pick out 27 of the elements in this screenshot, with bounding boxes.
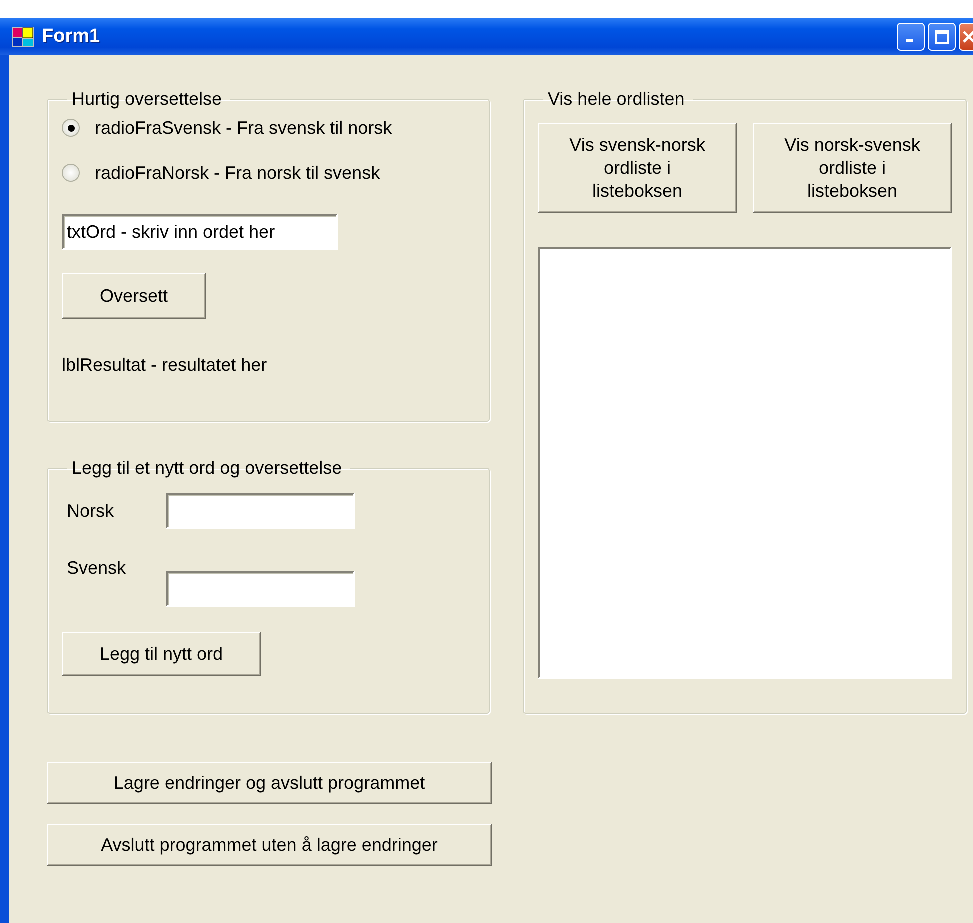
field-label: Norsk [66, 500, 116, 522]
minimize-button[interactable] [897, 22, 925, 50]
action-button[interactable]: Lagre endringer og avslutt programmet [47, 762, 492, 804]
group-title: Hurtig oversettelse [71, 88, 224, 110]
translate-button[interactable]: Oversett [62, 273, 206, 319]
result-label: lblResultat - resultatet her [62, 354, 268, 376]
list-button[interactable]: Vis svensk-norsk ordliste i listeboksen [538, 123, 737, 213]
radio-label[interactable]: radioFraSvensk - Fra svensk til norsk [95, 117, 392, 139]
text-field[interactable] [166, 571, 355, 607]
text-field[interactable] [166, 493, 355, 529]
close-icon [963, 28, 973, 44]
group-title: Legg til et nytt ord og oversettelse [71, 457, 344, 479]
group-title: Vis hele ordlisten [547, 88, 686, 110]
maximize-button[interactable] [928, 22, 956, 50]
minimize-icon [906, 39, 912, 42]
radio-button[interactable] [62, 164, 80, 182]
radio-button[interactable] [62, 119, 80, 137]
text-field[interactable]: txtOrd - skriv inn ordet her [62, 214, 338, 250]
list-button[interactable]: Vis norsk-svensk ordliste i listeboksen [753, 123, 952, 213]
add-word-button[interactable]: Legg til nytt ord [62, 632, 261, 676]
close-button[interactable] [959, 22, 973, 50]
field-label: Svensk [66, 557, 128, 579]
app-icon [12, 26, 34, 46]
radio-label[interactable]: radioFraNorsk - Fra norsk til svensk [95, 162, 380, 184]
maximize-icon [934, 28, 950, 44]
action-button[interactable]: Avslutt programmet uten å lagre endringer [47, 824, 492, 866]
window-title: Form1 [42, 26, 102, 48]
